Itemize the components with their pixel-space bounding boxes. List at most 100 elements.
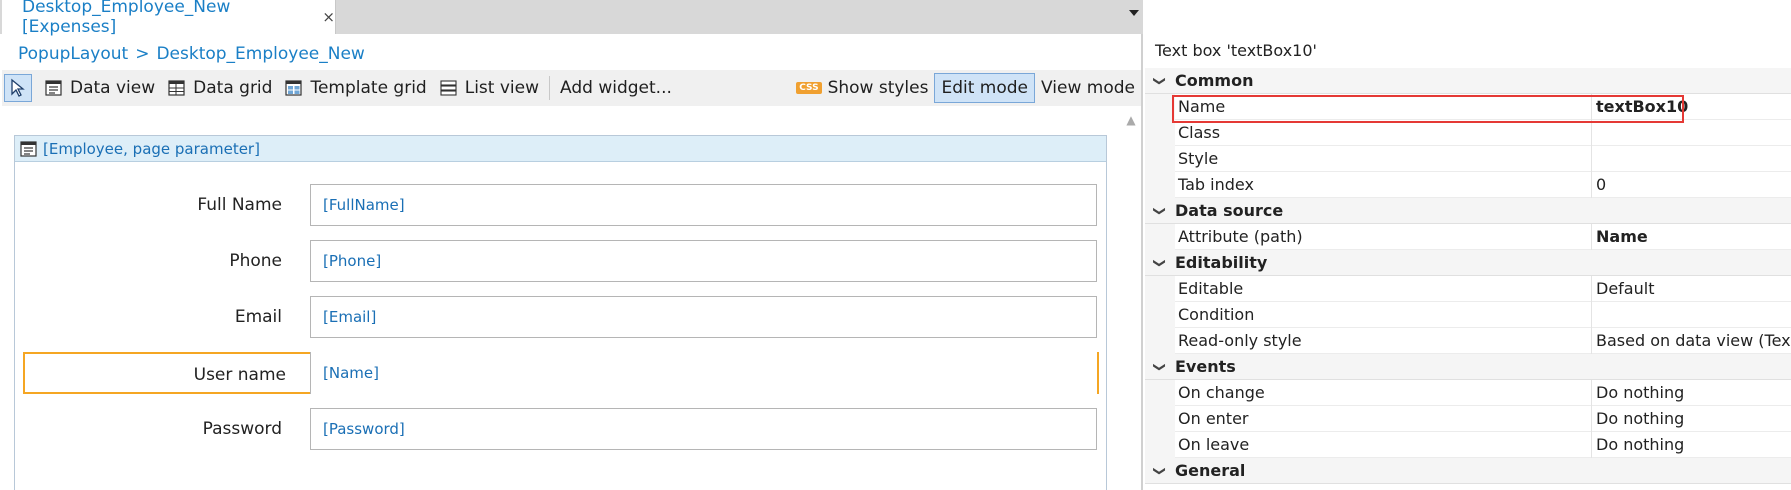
property-value[interactable]: Name	[1592, 227, 1791, 246]
property-row-attribute-path[interactable]: Attribute (path) Name	[1145, 223, 1791, 250]
breadcrumb-current[interactable]: Desktop_Employee_New	[156, 44, 364, 64]
group-label: Events	[1175, 357, 1236, 376]
view-mode-button[interactable]: View mode	[1035, 73, 1141, 103]
property-value[interactable]: Based on data view (Text)	[1592, 331, 1791, 350]
editor-canvas: ▲ [Employee, page parameter] Full Name […	[2, 106, 1141, 490]
property-key: On enter	[1175, 405, 1592, 432]
data-view-header[interactable]: [Employee, page parameter]	[15, 136, 1106, 162]
breadcrumb: PopupLayout > Desktop_Employee_New	[18, 42, 365, 66]
tab-label: Desktop_Employee_New [Expenses]	[22, 0, 231, 37]
pointer-icon	[11, 78, 25, 97]
property-value[interactable]: Do nothing	[1592, 435, 1791, 454]
data-view-icon	[45, 80, 62, 96]
property-row-editable[interactable]: Editable Default	[1145, 275, 1791, 302]
chevron-down-icon[interactable]: ❯	[1153, 352, 1167, 382]
row-gutter	[1145, 94, 1175, 120]
row-gutter	[1145, 432, 1175, 458]
breadcrumb-parent[interactable]: PopupLayout	[18, 44, 128, 64]
row-gutter	[1145, 224, 1175, 250]
scroll-up-icon[interactable]: ▲	[1121, 110, 1141, 130]
row-gutter	[1145, 328, 1175, 354]
edit-mode-button[interactable]: Edit mode	[934, 73, 1036, 103]
dropdown-arrow-icon[interactable]	[1129, 10, 1139, 16]
form-row-user-name-selected[interactable]: User name [Name]	[23, 352, 1099, 394]
user-name-input[interactable]: [Name]	[310, 352, 1097, 394]
show-styles-button[interactable]: CSS Show styles	[790, 73, 934, 103]
password-input[interactable]: [Password]	[310, 408, 1097, 450]
chevron-down-icon[interactable]: ❯	[1153, 456, 1167, 486]
list-view-icon	[440, 80, 457, 96]
row-gutter	[1145, 406, 1175, 432]
edit-mode-label: Edit mode	[941, 78, 1029, 98]
group-data-source[interactable]: ❯ Data source	[1145, 198, 1791, 224]
group-label: General	[1175, 461, 1246, 480]
breadcrumb-separator: >	[135, 44, 150, 64]
add-widget-label: Add widget...	[560, 78, 672, 98]
close-icon[interactable]: ×	[322, 8, 335, 26]
toolbar-divider	[549, 76, 551, 100]
property-value[interactable]: Do nothing	[1592, 383, 1791, 402]
form-label: Email	[234, 307, 282, 327]
form-label: Full Name	[197, 195, 282, 215]
row-gutter	[1145, 302, 1175, 328]
property-row-condition[interactable]: Condition	[1145, 301, 1791, 328]
template-grid-icon	[285, 80, 303, 96]
phone-input[interactable]: [Phone]	[310, 240, 1097, 282]
pointer-tool-button[interactable]	[4, 74, 32, 102]
data-view-button[interactable]: Data view	[38, 73, 161, 103]
property-key: Read-only style	[1175, 327, 1592, 354]
group-label: Data source	[1175, 201, 1284, 220]
form-row-phone: Phone [Phone]	[21, 240, 1097, 282]
data-view-widget[interactable]: [Employee, page parameter] Full Name [Fu…	[14, 135, 1107, 490]
chevron-down-icon[interactable]: ❯	[1153, 196, 1167, 226]
property-key: Editable	[1175, 275, 1592, 302]
property-key: Name	[1175, 93, 1592, 120]
editor-toolbar: Data view Data grid Template grid List v…	[2, 70, 1141, 106]
show-styles-label: Show styles	[827, 78, 929, 98]
page-editor: Desktop_Employee_New [Expenses] × PopupL…	[0, 0, 1143, 490]
data-grid-label: Data grid	[193, 78, 273, 98]
row-gutter	[1145, 380, 1175, 406]
property-key: Style	[1175, 145, 1592, 172]
property-value[interactable]: Do nothing	[1592, 409, 1791, 428]
property-row-on-enter[interactable]: On enter Do nothing	[1145, 405, 1791, 432]
properties-title: Text box 'textBox10'	[1155, 40, 1317, 60]
view-mode-label: View mode	[1041, 78, 1135, 98]
data-grid-button[interactable]: Data grid	[161, 73, 278, 103]
email-input[interactable]: [Email]	[310, 296, 1097, 338]
property-key: Tab index	[1175, 171, 1592, 198]
tab-desktop-employee-new[interactable]: Desktop_Employee_New [Expenses] ×	[2, 0, 336, 37]
chevron-down-icon[interactable]: ❯	[1153, 248, 1167, 278]
property-value[interactable]: textBox10	[1592, 97, 1791, 116]
list-view-button[interactable]: List view	[433, 73, 545, 103]
property-row-on-change[interactable]: On change Do nothing	[1145, 379, 1791, 406]
data-view-header-label: [Employee, page parameter]	[43, 139, 260, 158]
property-row-name[interactable]: Name textBox10	[1145, 93, 1791, 120]
group-label: Editability	[1175, 253, 1268, 272]
property-value[interactable]: 0	[1592, 175, 1791, 194]
full-name-input[interactable]: [FullName]	[310, 184, 1097, 226]
row-gutter	[1145, 172, 1175, 198]
property-key: On leave	[1175, 431, 1592, 458]
add-widget-button[interactable]: Add widget...	[554, 73, 678, 103]
tab-bar: Desktop_Employee_New [Expenses] ×	[0, 0, 1143, 37]
property-row-class[interactable]: Class	[1145, 119, 1791, 146]
row-gutter	[1145, 146, 1175, 172]
form-label: Phone	[229, 251, 282, 271]
property-value[interactable]: Default	[1592, 279, 1791, 298]
group-general[interactable]: ❯ General	[1145, 458, 1791, 484]
chevron-down-icon[interactable]: ❯	[1153, 66, 1167, 96]
form-label: Password	[202, 419, 282, 439]
property-key: On change	[1175, 379, 1592, 406]
property-row-tab-index[interactable]: Tab index 0	[1145, 171, 1791, 198]
form-row-full-name: Full Name [FullName]	[21, 184, 1097, 226]
template-grid-button[interactable]: Template grid	[278, 73, 432, 103]
group-events[interactable]: ❯ Events	[1145, 354, 1791, 380]
group-editability[interactable]: ❯ Editability	[1145, 250, 1791, 276]
data-view-label: Data view	[70, 78, 156, 98]
group-common[interactable]: ❯ Common	[1145, 68, 1791, 94]
property-row-read-only-style[interactable]: Read-only style Based on data view (Text…	[1145, 327, 1791, 354]
property-row-on-leave[interactable]: On leave Do nothing	[1145, 431, 1791, 458]
list-view-label: List view	[464, 78, 540, 98]
property-row-style[interactable]: Style	[1145, 145, 1791, 172]
